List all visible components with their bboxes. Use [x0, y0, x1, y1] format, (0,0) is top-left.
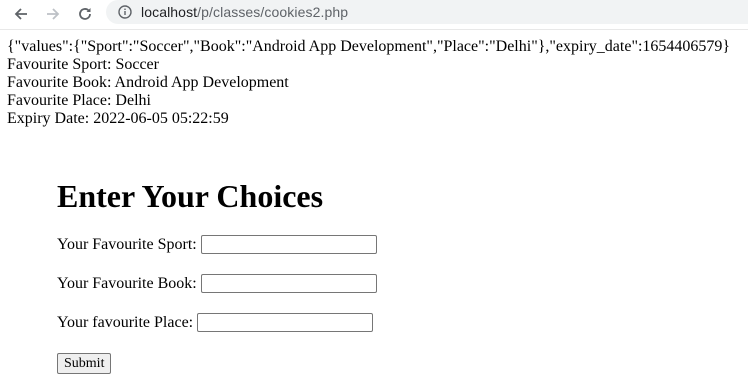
- address-bar[interactable]: localhost/p/classes/cookies2.php: [106, 0, 748, 24]
- sport-input[interactable]: [200, 235, 377, 254]
- submit-button[interactable]: Submit: [57, 353, 112, 374]
- browser-toolbar: localhost/p/classes/cookies2.php: [0, 0, 748, 30]
- arrow-left-icon: [14, 8, 27, 20]
- form-heading: Enter Your Choices: [57, 178, 324, 214]
- reload-icon: [79, 8, 91, 20]
- favourite-place-line: Favourite Place: Delhi: [7, 92, 151, 109]
- book-label: Your Favourite Book:: [57, 274, 197, 292]
- arrow-right-icon: [47, 8, 60, 20]
- cookie-output: {"values":{"Sport":"Soccer","Book":"Andr…: [7, 38, 730, 128]
- place-row: Your favourite Place:: [57, 313, 374, 332]
- sport-row: Your Favourite Sport:: [57, 235, 377, 254]
- book-row: Your Favourite Book:: [57, 274, 377, 293]
- url-path: /p/classes/cookies2.php: [197, 4, 349, 20]
- favourite-book-line: Favourite Book: Android App Development: [7, 74, 289, 91]
- forward-button[interactable]: [42, 3, 64, 25]
- cookie-json-line: {"values":{"Sport":"Soccer","Book":"Andr…: [7, 38, 731, 55]
- sport-label: Your Favourite Sport:: [57, 235, 197, 253]
- info-icon[interactable]: [118, 5, 132, 19]
- place-label: Your favourite Place:: [57, 313, 194, 331]
- url-host: localhost: [141, 4, 198, 20]
- back-button[interactable]: [10, 3, 32, 25]
- reload-button[interactable]: [74, 3, 96, 25]
- book-input[interactable]: [200, 274, 377, 293]
- url-text[interactable]: localhost/p/classes/cookies2.php: [141, 4, 348, 20]
- expiry-date-line: Expiry Date: 2022-06-05 05:22:59: [7, 110, 229, 127]
- favourite-sport-line: Favourite Sport: Soccer: [7, 56, 159, 73]
- place-input[interactable]: [197, 313, 374, 332]
- choices-form: Enter Your Choices Your Favourite Sport:…: [57, 178, 377, 374]
